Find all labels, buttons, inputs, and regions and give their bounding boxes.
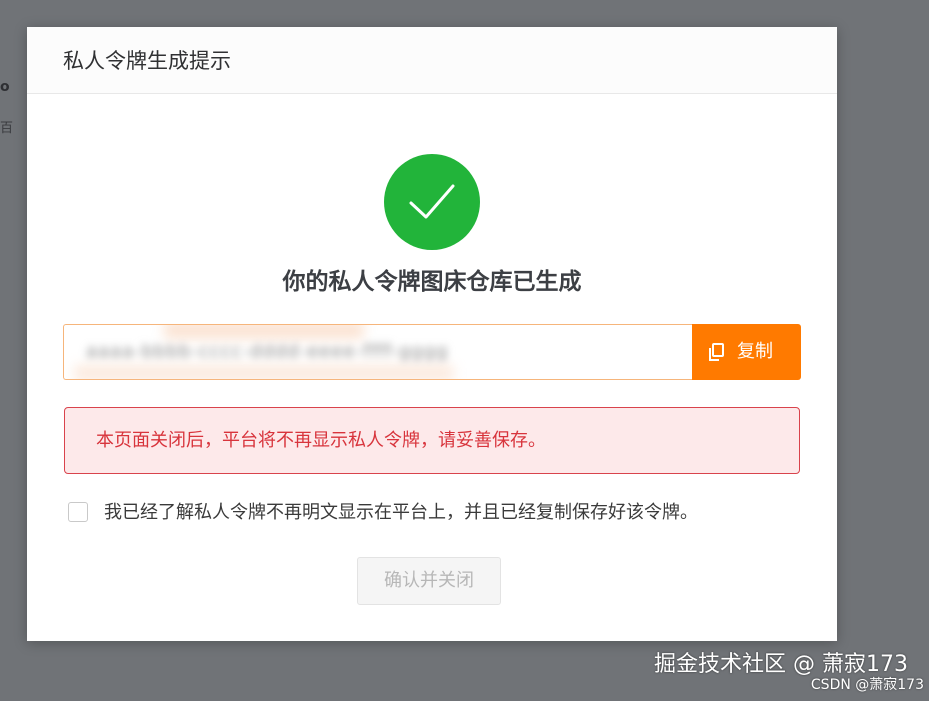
copy-button-label: 复制 bbox=[737, 341, 773, 362]
acknowledge-checkbox[interactable] bbox=[68, 502, 88, 522]
success-check-icon bbox=[384, 154, 480, 250]
token-blur-artifact bbox=[164, 325, 364, 339]
token-field[interactable]: aaaa-bbbb-cccc-dddd-eeee-ffff-gggg bbox=[63, 324, 693, 380]
background-page-text: 百 bbox=[0, 121, 14, 136]
watermark-sub: CSDN @萧寂173 bbox=[810, 677, 924, 693]
warning-text: 本页面关闭后，平台将不再显示私人令牌，请妥善保存。 bbox=[96, 430, 546, 451]
warning-alert: 本页面关闭后，平台将不再显示私人令牌，请妥善保存。 bbox=[64, 407, 800, 474]
acknowledge-label[interactable]: 我已经了解私人令牌不再明文显示在平台上，并且已经复制保存好该令牌。 bbox=[104, 501, 698, 525]
copy-button[interactable]: 复制 bbox=[692, 324, 801, 380]
dialog-header: 私人令牌生成提示 bbox=[27, 27, 837, 94]
token-blur-artifact bbox=[74, 365, 454, 379]
dialog-title: 私人令牌生成提示 bbox=[63, 49, 231, 73]
acknowledge-row: 我已经了解私人令牌不再明文显示在平台上，并且已经复制保存好该令牌。 bbox=[68, 501, 808, 527]
background-page-text: o bbox=[0, 79, 10, 95]
copy-icon bbox=[706, 342, 726, 362]
token-value[interactable]: aaaa-bbbb-cccc-dddd-eeee-ffff-gggg bbox=[86, 340, 448, 364]
confirm-close-button[interactable]: 确认并关闭 bbox=[357, 557, 501, 605]
token-dialog: 私人令牌生成提示 你的私人令牌图床仓库已生成 aaaa-bbbb-cccc-dd… bbox=[27, 27, 837, 641]
success-heading: 你的私人令牌图床仓库已生成 bbox=[282, 269, 582, 295]
